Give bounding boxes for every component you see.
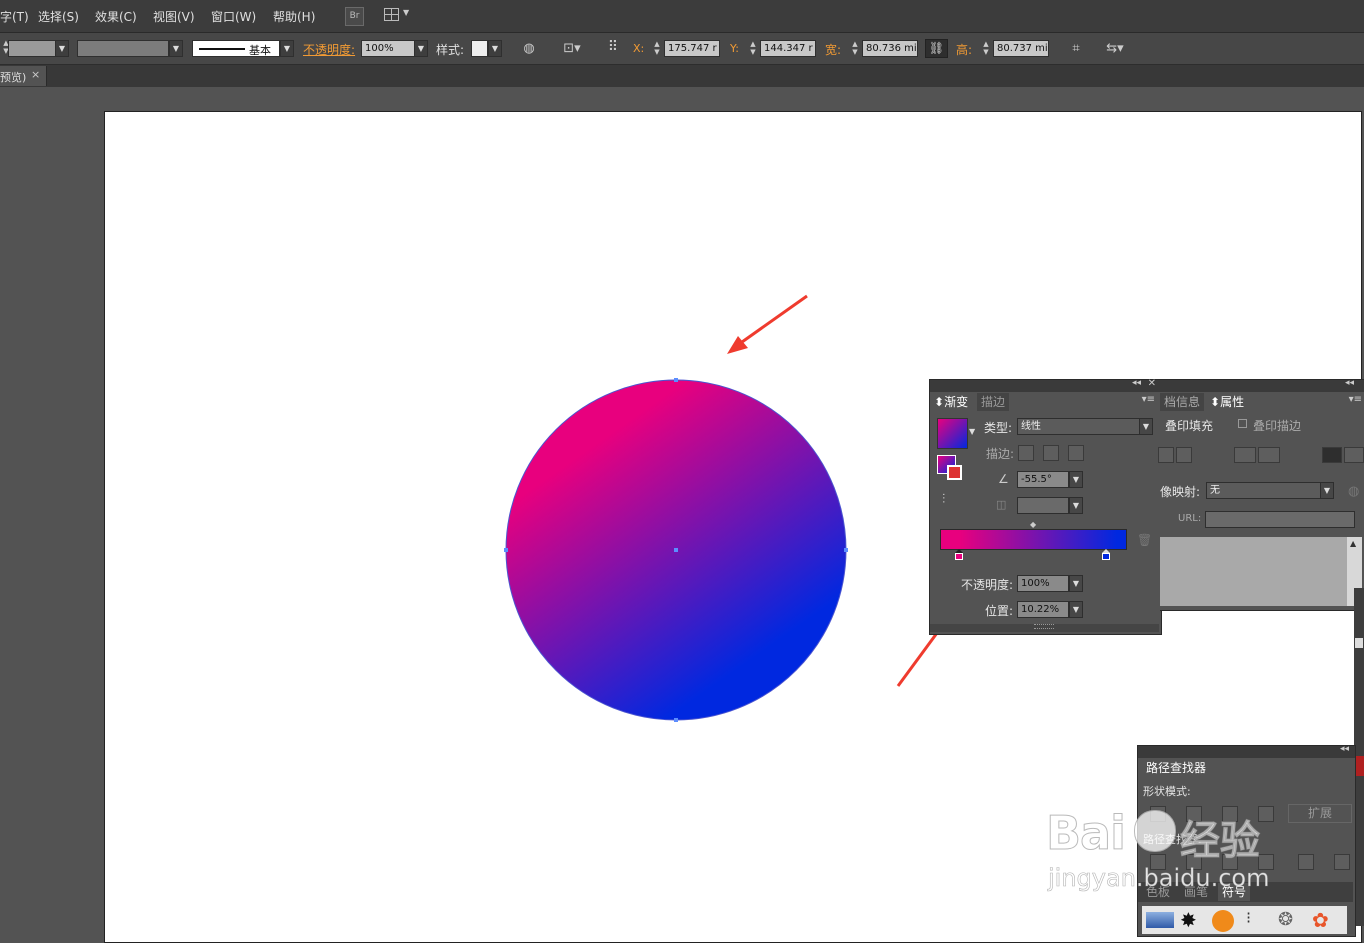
pathfinders-label: 路径查找器:: [1143, 833, 1202, 846]
symbol-splat[interactable]: ✸: [1180, 908, 1197, 932]
gradient-panel-titlebar[interactable]: ◂◂ ✕: [930, 378, 1161, 392]
anchor-left[interactable]: [504, 548, 508, 552]
nonzero-icon[interactable]: [1322, 447, 1342, 463]
opacity-label: 不透明度:: [961, 578, 1014, 592]
symbol-flower[interactable]: ✿: [1312, 908, 1329, 932]
panel-resize-grip[interactable]: [930, 624, 1159, 632]
unite-icon[interactable]: [1150, 806, 1166, 822]
divide-icon[interactable]: [1150, 854, 1166, 870]
stroke-gradient-within-icon[interactable]: [1018, 445, 1034, 461]
imagemap-label: 像映射:: [1160, 485, 1201, 499]
attributes-panel-titlebar[interactable]: ◂◂: [1160, 378, 1364, 392]
url-label: URL:: [1178, 513, 1202, 524]
url-input[interactable]: [1205, 511, 1355, 528]
crop-icon[interactable]: [1258, 854, 1274, 870]
symbol-orange-ball[interactable]: [1212, 910, 1234, 932]
position-input[interactable]: 10.22%: [1017, 601, 1069, 618]
trim-icon[interactable]: [1186, 854, 1202, 870]
dont-show-center-icon[interactable]: [1176, 447, 1192, 463]
position-label: 位置:: [985, 604, 1014, 618]
collapse-icon[interactable]: ◂◂: [1345, 378, 1354, 388]
tab-brushes[interactable]: 画笔: [1180, 883, 1212, 901]
evenodd-icon[interactable]: [1344, 447, 1364, 463]
symbol-dots[interactable]: ⁝: [1246, 908, 1251, 927]
angle-icon: ∠: [998, 472, 1009, 486]
opacity-input[interactable]: 100%: [1017, 575, 1069, 592]
tab-pathfinder[interactable]: 路径查找器: [1142, 759, 1211, 777]
intersect-icon[interactable]: [1222, 806, 1238, 822]
gradient-slider[interactable]: [940, 529, 1127, 550]
angle-input[interactable]: -55.5°: [1017, 471, 1069, 488]
swatches-tab-bar: 色板 画笔 符号: [1138, 882, 1353, 902]
gradient-swatch[interactable]: [937, 418, 968, 449]
type-label: 类型:: [984, 421, 1013, 435]
imagemap-dropdown[interactable]: ▼: [1320, 482, 1334, 499]
overprint-stroke-checkbox[interactable]: [1238, 419, 1247, 428]
aspect-ratio-dropdown[interactable]: ▼: [1069, 497, 1083, 514]
tab-gradient-label: 渐变: [944, 395, 969, 409]
gradient-panel: ◂◂ ✕ ⬍渐变 描边 ▾≡ ▼ ⫶ 类型: 线性 ▼ 描边: ∠ -55.5°…: [929, 378, 1162, 635]
browser-icon[interactable]: ◍: [1348, 484, 1359, 499]
tab-attributes[interactable]: ⬍属性: [1206, 393, 1249, 411]
anchor-right[interactable]: [844, 548, 848, 552]
expand-button[interactable]: 扩展: [1288, 804, 1352, 823]
angle-dropdown[interactable]: ▼: [1069, 471, 1083, 488]
symbols-grid: ✸ ⁝ ❂ ✿: [1142, 906, 1347, 934]
trash-icon[interactable]: 🗑: [1137, 533, 1152, 547]
pathfinder-panel-titlebar[interactable]: ◂◂: [1138, 744, 1355, 758]
exclude-icon[interactable]: [1258, 806, 1274, 822]
panel-menu-icon[interactable]: ▾≡: [1349, 394, 1362, 405]
minus-front-icon[interactable]: [1186, 806, 1202, 822]
dock-icon-2[interactable]: [1355, 756, 1364, 776]
center-point: [674, 548, 678, 552]
aspect-ratio-icon: ◫: [996, 498, 1007, 511]
attributes-panel: ◂◂ 档信息 ⬍属性 ▾≡ 叠印填充 叠印描边 像映射: 无 ▼ ◍ URL: …: [1158, 378, 1364, 611]
gradient-annotator-icon[interactable]: ⫶: [942, 492, 945, 507]
midpoint-diamond-icon[interactable]: ◆: [1030, 520, 1036, 529]
tab-document-info[interactable]: 档信息: [1160, 393, 1205, 411]
overprint-fill-checkbox[interactable]: 叠印填充: [1165, 417, 1213, 434]
notes-area[interactable]: [1160, 537, 1347, 606]
pathfinder-panel: ◂◂ 路径查找器 形状模式: 扩展 路径查找器: 色板 画笔 符号 ✸ ⁝ ❂ …: [1137, 744, 1356, 937]
shape-modes-label: 形状模式:: [1143, 785, 1191, 798]
chevron-down-icon[interactable]: ▼: [969, 427, 975, 436]
dock-icon-1[interactable]: [1355, 638, 1363, 648]
overprint-stroke-label: 叠印描边: [1253, 419, 1302, 433]
minus-back-icon[interactable]: [1334, 854, 1350, 870]
fill-stroke-icon[interactable]: [937, 455, 965, 483]
collapse-icon[interactable]: ◂◂: [1340, 744, 1349, 754]
anchor-top[interactable]: [674, 378, 678, 382]
outline-icon[interactable]: [1298, 854, 1314, 870]
color-stop-end[interactable]: [1102, 549, 1111, 561]
symbol-ring[interactable]: ❂: [1278, 909, 1293, 930]
tab-gradient[interactable]: ⬍渐变: [930, 393, 973, 411]
annotation-arrow-top: [727, 294, 808, 354]
opacity-dropdown[interactable]: ▼: [1069, 575, 1083, 592]
tab-attributes-label: 属性: [1220, 395, 1245, 409]
type-select[interactable]: 线性: [1017, 418, 1142, 435]
tab-stroke[interactable]: 描边: [977, 393, 1010, 411]
stroke-gradient-along-icon[interactable]: [1043, 445, 1059, 461]
imagemap-select[interactable]: 无: [1206, 482, 1323, 499]
anchor-bottom[interactable]: [674, 718, 678, 722]
color-stop-start[interactable]: [955, 549, 964, 561]
close-icon[interactable]: ✕: [1148, 378, 1156, 389]
show-center-icon[interactable]: [1158, 447, 1174, 463]
tab-symbols[interactable]: 符号: [1218, 883, 1251, 901]
stroke-label: 描边:: [986, 447, 1015, 461]
use-even-odd-icon[interactable]: [1258, 447, 1280, 463]
position-dropdown[interactable]: ▼: [1069, 601, 1083, 618]
stroke-gradient-across-icon[interactable]: [1068, 445, 1084, 461]
merge-icon[interactable]: [1222, 854, 1238, 870]
reverse-path-icon[interactable]: [1234, 447, 1256, 463]
aspect-ratio-input[interactable]: [1017, 497, 1069, 514]
tab-swatches[interactable]: 色板: [1142, 883, 1174, 901]
overprint-fill-label: 叠印填充: [1165, 419, 1214, 433]
type-dropdown[interactable]: ▼: [1139, 418, 1153, 435]
collapse-icon[interactable]: ◂◂: [1132, 378, 1141, 388]
panel-menu-icon[interactable]: ▾≡: [1142, 394, 1155, 405]
